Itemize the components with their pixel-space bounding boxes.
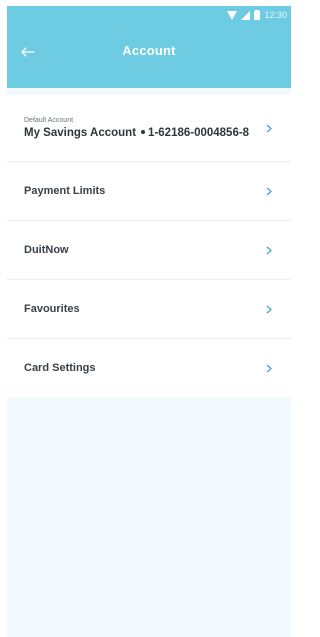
battery-icon	[254, 10, 261, 20]
signal-icon	[241, 10, 251, 20]
menu-item-favourites[interactable]: Favourites	[7, 280, 291, 339]
menu-item-label: Favourites	[24, 303, 80, 315]
status-time: 12:30	[264, 10, 287, 20]
header: 12:30 Account	[7, 6, 291, 88]
chevron-right-icon	[264, 364, 274, 373]
arrow-left-icon	[21, 44, 35, 62]
back-button[interactable]	[13, 38, 43, 68]
account-name: My Savings Account	[24, 127, 137, 139]
default-account-item[interactable]: Default Account My Savings Account 1-6218…	[7, 95, 291, 162]
account-number: 1-62186-0004856-8	[148, 127, 250, 139]
account-line: My Savings Account 1-62186-0004856-8	[24, 127, 264, 139]
app-bar: Account	[7, 24, 291, 84]
default-account-caption: Default Account	[24, 117, 74, 124]
chevron-right-icon	[264, 187, 274, 196]
menu-item-payment-limits[interactable]: Payment Limits	[7, 162, 291, 221]
chevron-right-icon	[264, 124, 274, 133]
status-bar: 12:30	[7, 6, 291, 24]
spacer	[7, 88, 291, 95]
account-menu-list: Default Account My Savings Account 1-6218…	[7, 95, 291, 397]
chevron-right-icon	[264, 246, 274, 255]
page-title: Account	[122, 42, 176, 58]
phone-screen: 12:30 Account Default Account My Savings…	[7, 6, 291, 637]
menu-item-label: Card Settings	[24, 362, 96, 374]
menu-item-label: DuitNow	[24, 244, 69, 256]
separator-dot	[141, 129, 146, 134]
menu-item-card-settings[interactable]: Card Settings	[7, 339, 291, 397]
wifi-icon	[227, 10, 238, 20]
default-account-info: Default Account My Savings Account 1-6218…	[24, 117, 264, 139]
menu-item-duitnow[interactable]: DuitNow	[7, 221, 291, 280]
menu-item-label: Payment Limits	[24, 185, 106, 197]
chevron-right-icon	[264, 305, 274, 314]
